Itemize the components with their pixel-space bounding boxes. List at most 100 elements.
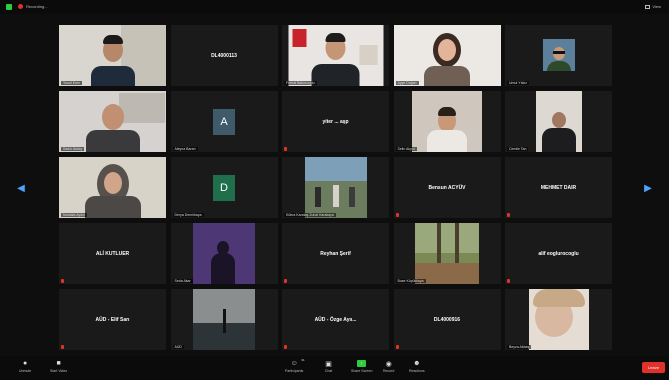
- participant-name: Ferhat Bakırcıoğlu: [284, 81, 317, 85]
- participant-tile[interactable]: Ferhat Bakırcıoğlu: [282, 25, 389, 86]
- gallery-grid: Yusuf Eren DL4000113 Ferhat Bakırcıoğlu …: [59, 25, 612, 351]
- reactions-button[interactable]: ☻ Reactions: [409, 360, 425, 373]
- participant-tile[interactable]: ALİ KUTLUER: [59, 223, 166, 284]
- participant-video: [528, 289, 589, 350]
- participant-name: AÜD - Elif Sarı: [95, 316, 130, 323]
- participant-tile[interactable]: Seda Akar: [170, 223, 278, 284]
- participant-tile[interactable]: Reyhan Şerif: [282, 223, 389, 284]
- participant-tile[interactable]: alif eoglurocoglu: [505, 223, 612, 284]
- security-shield-icon[interactable]: [6, 4, 12, 10]
- share-screen-button[interactable]: ↑ Share Screen: [351, 360, 372, 373]
- participant-video: [59, 91, 166, 152]
- next-page-arrow-icon[interactable]: ▶: [644, 181, 652, 195]
- participant-name: yiter ... aşp: [322, 118, 349, 125]
- share-screen-icon: ↑: [357, 360, 367, 367]
- participant-video: [193, 289, 255, 350]
- participants-icon: ☺ 31: [290, 358, 305, 367]
- top-bar: Recording... View: [0, 0, 669, 14]
- microphone-icon: ●: [23, 360, 28, 367]
- participant-tile[interactable]: Ayşe Doğan: [393, 25, 501, 86]
- participant-avatar: D: [213, 174, 235, 201]
- participant-name: Buse Küçükkaya: [395, 279, 426, 283]
- participant-tile[interactable]: Selin Akyol: [393, 91, 501, 152]
- camera-icon: ■: [56, 360, 61, 367]
- participant-tile[interactable]: Cemile Tan: [505, 91, 612, 152]
- participant-name: Beyza Akbaş: [507, 345, 532, 349]
- recording-indicator[interactable]: Recording...: [18, 4, 48, 9]
- participant-video: [535, 91, 582, 152]
- participant-video: [288, 25, 383, 86]
- participants-button[interactable]: ☺ 31 Participants: [285, 358, 305, 373]
- record-icon: ◉: [385, 360, 392, 368]
- participant-video: [412, 91, 482, 152]
- participant-name: Seda Akar: [172, 279, 193, 283]
- muted-mic-icon: [507, 279, 510, 283]
- participant-tile[interactable]: D Derya Demirkaya: [170, 157, 278, 218]
- participant-tile-active-speaker[interactable]: Mustafa Aydın: [59, 157, 166, 218]
- participant-tile[interactable]: yiter ... aşp: [282, 91, 389, 152]
- participant-tile[interactable]: Bensun ACYÜV: [393, 157, 501, 218]
- chat-icon: ▣: [325, 360, 332, 368]
- participant-name: Umut Yıldız: [507, 81, 530, 85]
- participant-tile[interactable]: Sadık Atalay: [59, 91, 166, 152]
- muted-mic-icon: [61, 279, 64, 283]
- chat-button[interactable]: ▣ Chat: [324, 360, 333, 374]
- view-label: View: [652, 4, 661, 9]
- muted-mic-icon: [507, 213, 510, 217]
- participant-name: Sadık Atalay: [61, 147, 85, 151]
- participant-name: AÜD: [172, 345, 184, 349]
- participants-count: 31: [301, 358, 305, 362]
- video-button[interactable]: ■ Start Video: [50, 360, 67, 373]
- audio-button[interactable]: ● Unmute: [19, 360, 31, 373]
- muted-mic-icon: [61, 345, 64, 349]
- participant-name: Kübra Karataş Zuhal Karakaya: [284, 213, 336, 217]
- participant-name: DL4000113: [211, 52, 237, 59]
- participant-name: Bensun ACYÜV: [428, 184, 466, 191]
- participant-tile[interactable]: DL4000113: [170, 25, 278, 86]
- participant-tile[interactable]: AÜD - Özge Ayıı...: [282, 289, 389, 350]
- muted-mic-icon: [284, 345, 287, 349]
- participant-tile[interactable]: AÜD - Elif Sarı: [59, 289, 166, 350]
- participant-name: AÜD - Özge Ayıı...: [314, 316, 357, 323]
- record-dot-icon: [18, 4, 23, 9]
- participant-name: Cemile Tan: [507, 147, 529, 151]
- meeting-toolbar: ● Unmute ■ Start Video ☺ 31 Participants…: [0, 356, 669, 380]
- participant-video: [59, 25, 166, 86]
- participant-name: Derya Demirkaya: [172, 213, 204, 217]
- muted-mic-icon: [284, 279, 287, 283]
- participant-video: [304, 157, 367, 218]
- gallery-view-icon: [645, 4, 651, 9]
- record-button[interactable]: ◉ Record: [383, 360, 394, 374]
- participant-avatar: A: [213, 108, 235, 135]
- muted-mic-icon: [284, 147, 287, 151]
- recording-label: Recording...: [26, 4, 48, 9]
- participant-name: Selin Akyol: [395, 147, 417, 151]
- participant-tile[interactable]: Beyza Akbaş: [505, 289, 612, 350]
- prev-page-arrow-icon[interactable]: ◀: [17, 181, 25, 195]
- participant-name: DL4000916: [433, 316, 461, 323]
- participant-name: Ayşe Doğan: [395, 81, 419, 85]
- end-meeting-button[interactable]: Leave: [642, 362, 665, 373]
- participant-tile[interactable]: Yusuf Eren: [59, 25, 166, 86]
- participant-name: ALİ KUTLUER: [95, 250, 130, 257]
- participant-video: [193, 223, 255, 284]
- participant-name: Reyhan Şerif: [320, 250, 351, 257]
- participant-tile[interactable]: DL4000916: [393, 289, 501, 350]
- participant-tile[interactable]: Buse Küçükkaya: [393, 223, 501, 284]
- participant-video: [415, 223, 479, 284]
- participant-name: MEHMET DAIR: [540, 184, 577, 191]
- participant-name: Aleyna Baran: [172, 147, 198, 151]
- participant-video: [542, 39, 575, 71]
- view-button[interactable]: View: [645, 4, 661, 9]
- participant-tile[interactable]: Umut Yıldız: [505, 25, 612, 86]
- participant-tile[interactable]: AÜD: [170, 289, 278, 350]
- muted-mic-icon: [395, 345, 399, 349]
- muted-mic-icon: [395, 213, 399, 217]
- participant-name: Yusuf Eren: [61, 81, 83, 85]
- participant-tile[interactable]: Kübra Karataş Zuhal Karakaya: [282, 157, 389, 218]
- participant-name: Mustafa Aydın: [61, 213, 88, 217]
- participant-tile[interactable]: A Aleyna Baran: [170, 91, 278, 152]
- participant-video: [393, 25, 501, 86]
- reactions-icon: ☻: [413, 360, 421, 367]
- participant-tile[interactable]: MEHMET DAIR: [505, 157, 612, 218]
